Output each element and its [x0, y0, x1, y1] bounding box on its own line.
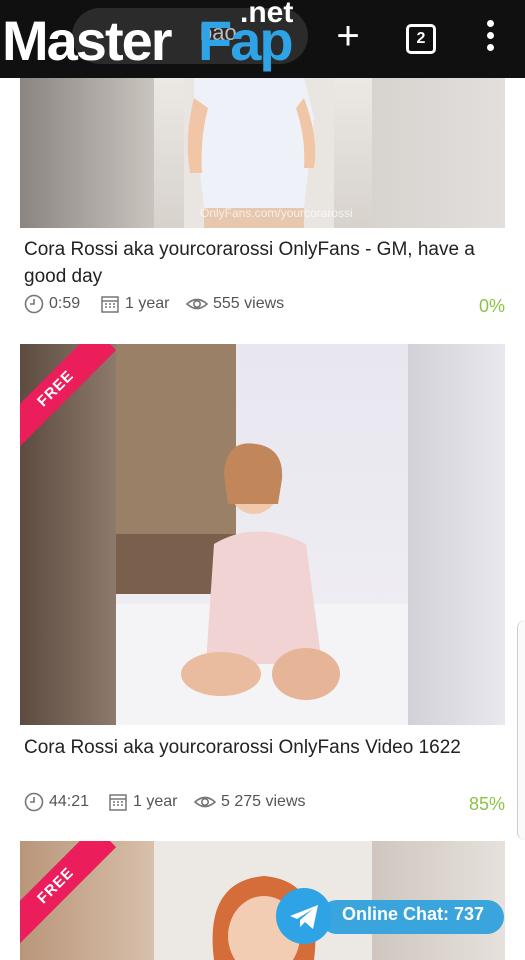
video-thumbnail[interactable]: OnlyFans.com/yourcorarossi	[20, 78, 505, 228]
video-meta: 0:59 1 year 555 views	[24, 294, 504, 318]
clock-icon	[24, 792, 44, 812]
views-text: 5 275 views	[221, 793, 306, 810]
logo-net: .net	[240, 0, 294, 29]
calendar-icon	[101, 296, 119, 313]
new-tab-plus-icon[interactable]: +	[330, 16, 366, 56]
logo-master: Master	[2, 9, 173, 72]
video-thumbnail[interactable]: FREE	[20, 344, 505, 725]
duration-text: 0:59	[49, 295, 81, 312]
browser-toolbar: bao Master Fap .net + 2	[0, 0, 525, 78]
views-text: 555 views	[213, 295, 285, 312]
thumb-blur-left	[20, 78, 154, 228]
duration: 0:59	[24, 294, 80, 314]
duration: 44:21	[24, 792, 89, 812]
thumb-watermark: OnlyFans.com/yourcorarossi	[200, 206, 353, 220]
rating-percent: 85%	[468, 794, 505, 814]
rating-percent: 0%	[478, 296, 505, 316]
duration-text: 44:21	[49, 793, 90, 810]
thumb-figure	[116, 344, 408, 725]
thumb-blur-right	[408, 344, 505, 725]
online-chat-label: Online Chat: 737	[342, 904, 485, 924]
thumb-blur-right	[372, 78, 505, 228]
video-title[interactable]: Cora Rossi aka yourcorarossi OnlyFans Vi…	[24, 734, 504, 761]
clock-icon	[24, 294, 44, 314]
upload-age: 1 year	[100, 294, 169, 314]
tab-switcher-button[interactable]: 2	[406, 24, 436, 54]
views: 5 275 views	[194, 792, 306, 812]
age-text: 1 year	[133, 793, 178, 810]
calendar-icon	[109, 794, 127, 811]
views: 555 views	[186, 294, 284, 314]
age-text: 1 year	[125, 295, 170, 312]
eye-icon	[186, 298, 208, 310]
scroll-handle[interactable]	[517, 620, 525, 840]
more-menu-icon[interactable]	[480, 20, 500, 56]
eye-icon	[194, 796, 216, 808]
upload-age: 1 year	[108, 792, 177, 812]
online-chat-widget[interactable]: Online Chat: 737	[276, 888, 504, 944]
telegram-icon[interactable]	[276, 888, 332, 944]
video-meta: 44:21 1 year 5 275 views	[24, 792, 504, 816]
thumb-center	[116, 344, 408, 725]
video-title[interactable]: Cora Rossi aka yourcorarossi OnlyFans - …	[24, 236, 504, 290]
